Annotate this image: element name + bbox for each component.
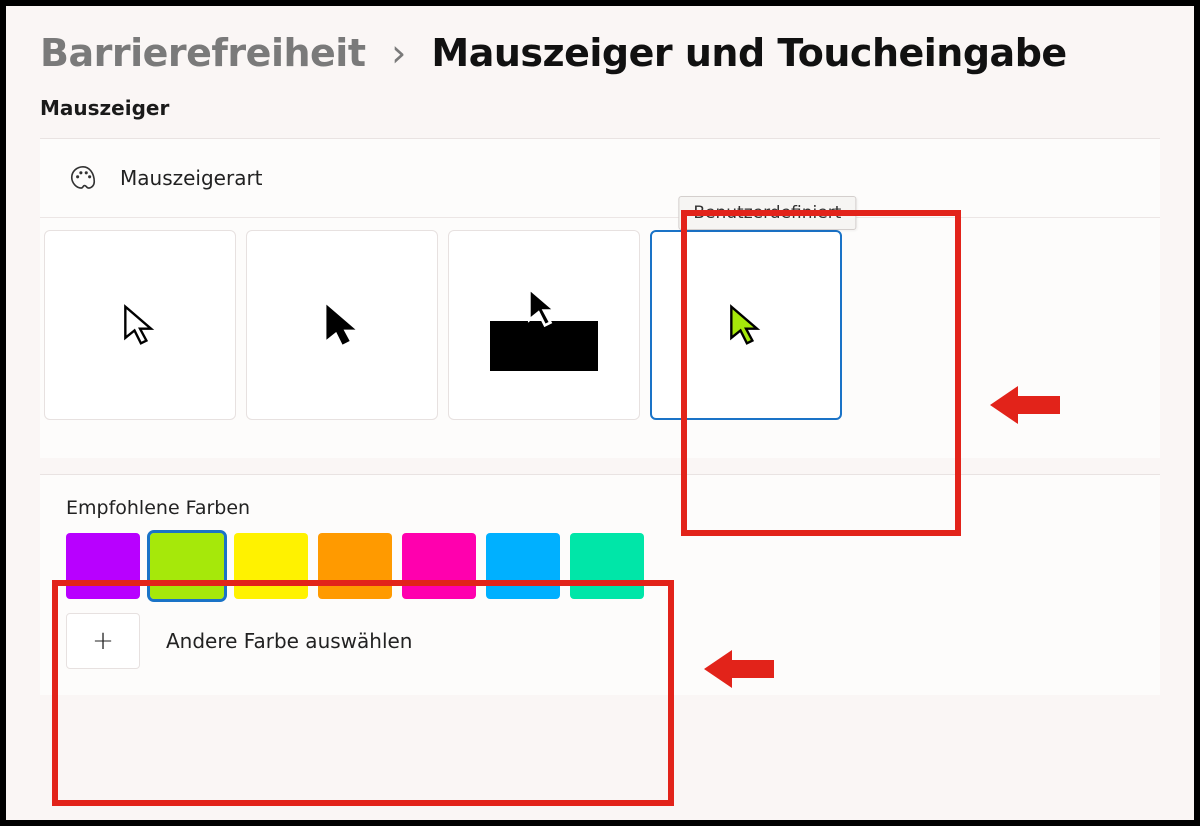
section-heading: Mauszeiger	[6, 84, 1194, 138]
cursor-white-icon	[118, 303, 162, 347]
cursor-inverted-icon	[522, 285, 566, 329]
pick-more-row: + Andere Farbe auswählen	[66, 613, 1134, 669]
pointer-style-title: Mauszeigerart	[120, 166, 263, 190]
color-swatch[interactable]	[486, 533, 560, 599]
recommended-colors-card: Empfohlene Farben + Andere Farbe auswähl…	[40, 474, 1160, 695]
pointer-style-card: Mauszeigerart Benutzerdefiniert	[40, 138, 1160, 458]
pointer-style-custom-tooltip: Benutzerdefiniert	[678, 196, 856, 230]
cursor-custom-icon	[724, 303, 768, 347]
page-title: Mauszeiger und Toucheingabe	[421, 31, 1066, 75]
swatch-row	[66, 533, 1134, 599]
color-swatch[interactable]	[318, 533, 392, 599]
pointer-style-black[interactable]	[246, 230, 438, 420]
plus-icon: +	[92, 626, 114, 656]
pointer-style-custom[interactable]: Benutzerdefiniert	[650, 230, 842, 420]
color-swatch[interactable]	[66, 533, 140, 599]
breadcrumb-parent[interactable]: Barrierefreiheit	[40, 31, 375, 75]
pointer-style-inverted[interactable]	[448, 230, 640, 420]
pick-more-button[interactable]: +	[66, 613, 140, 669]
breadcrumb: Barrierefreiheit › Mauszeiger und Touche…	[6, 6, 1194, 84]
pick-more-label: Andere Farbe auswählen	[166, 629, 412, 653]
cursor-black-icon	[320, 303, 364, 347]
pointer-style-options: Benutzerdefiniert	[40, 217, 1160, 458]
palette-icon	[68, 163, 98, 193]
color-swatch[interactable]	[150, 533, 224, 599]
color-swatch[interactable]	[570, 533, 644, 599]
pointer-style-header[interactable]: Mauszeigerart	[40, 139, 1160, 217]
color-swatch[interactable]	[234, 533, 308, 599]
recommended-colors-label: Empfohlene Farben	[66, 497, 1134, 519]
color-swatch[interactable]	[402, 533, 476, 599]
pointer-style-white[interactable]	[44, 230, 236, 420]
chevron-right-icon: ›	[387, 31, 410, 75]
